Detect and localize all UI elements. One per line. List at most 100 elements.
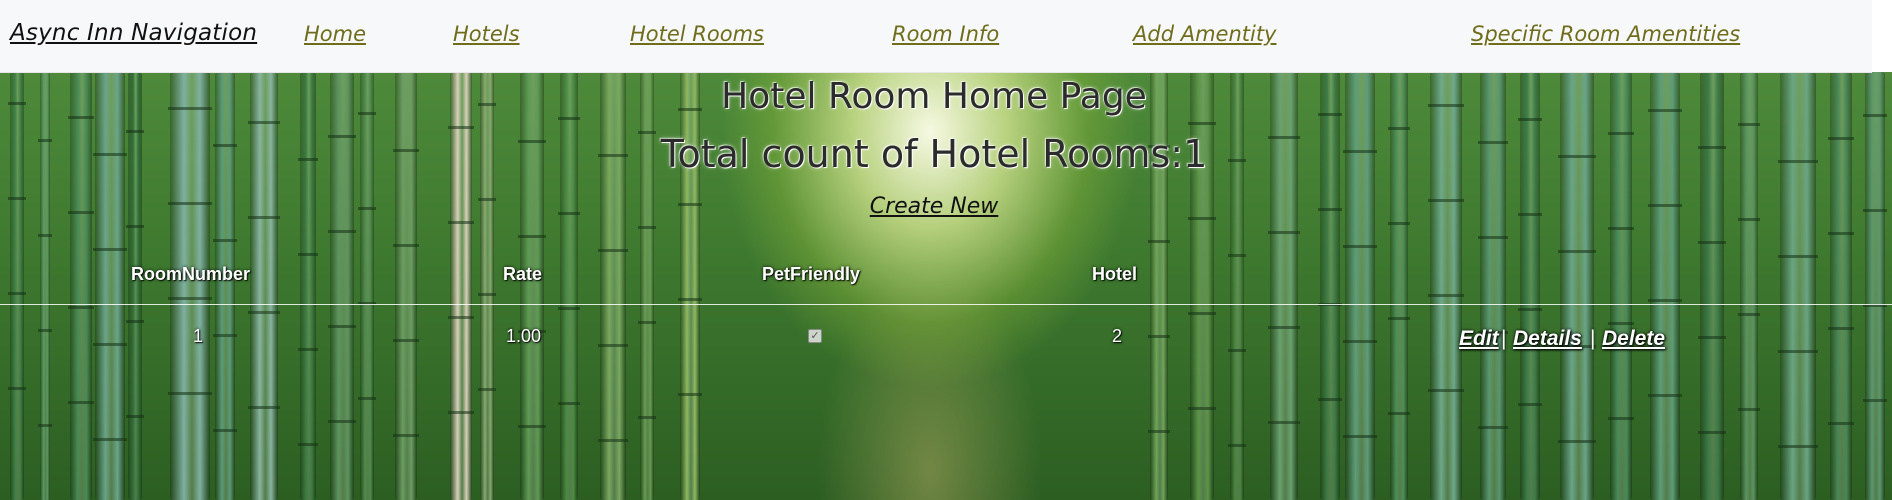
bamboo-node xyxy=(558,117,580,120)
bamboo-node xyxy=(8,387,26,390)
bamboo-node xyxy=(248,406,280,409)
bamboo-node xyxy=(1558,440,1596,443)
bamboo-node xyxy=(168,392,212,395)
nav-link-hotel-rooms[interactable]: Hotel Rooms xyxy=(630,22,764,46)
bamboo-node xyxy=(1228,349,1246,352)
bamboo-node xyxy=(638,416,656,419)
bamboo-node xyxy=(393,434,419,437)
bamboo-node xyxy=(213,239,237,242)
cell-hotel: 2 xyxy=(1112,326,1123,346)
nav-link-hotels[interactable]: Hotels xyxy=(453,22,520,46)
bamboo-node xyxy=(1828,422,1854,425)
bamboo-node xyxy=(1828,232,1854,235)
bamboo-node xyxy=(448,126,474,129)
bamboo-node xyxy=(1428,294,1464,297)
bamboo-node xyxy=(1518,308,1542,311)
bamboo-node xyxy=(1428,389,1464,392)
create-new-link-container: Create New xyxy=(0,194,1868,219)
bamboo-node xyxy=(1698,431,1726,434)
nav-link-room-info[interactable]: Room Info xyxy=(892,22,999,46)
bamboo-node xyxy=(213,429,237,432)
bamboo-node xyxy=(1698,241,1726,244)
bamboo-node xyxy=(678,298,702,301)
table-row-divider xyxy=(0,304,1892,305)
bamboo-node xyxy=(558,307,580,310)
bamboo-node xyxy=(638,321,656,324)
bamboo-node xyxy=(518,425,546,428)
bamboo-node xyxy=(1738,123,1760,126)
bamboo-node xyxy=(1388,222,1410,225)
action-separator: | xyxy=(1590,327,1596,350)
bamboo-node xyxy=(1778,255,1818,258)
bamboo-node xyxy=(1228,444,1246,447)
bamboo-node xyxy=(598,344,628,347)
bamboo-node xyxy=(448,411,474,414)
column-header-hotel: Hotel xyxy=(1092,264,1137,284)
bamboo-node xyxy=(93,248,127,251)
bamboo-node xyxy=(1518,403,1542,406)
bamboo-node xyxy=(298,253,318,256)
bamboo-node xyxy=(1738,313,1760,316)
bamboo-node xyxy=(93,343,127,346)
bamboo-node xyxy=(1318,398,1342,401)
bamboo-node xyxy=(478,293,496,296)
bamboo-node xyxy=(678,393,702,396)
details-link[interactable]: Details xyxy=(1513,327,1582,351)
delete-link[interactable]: Delete xyxy=(1602,327,1665,351)
bamboo-node xyxy=(298,348,318,351)
bamboo-node xyxy=(1268,231,1300,234)
create-new-link[interactable]: Create New xyxy=(870,194,999,219)
column-header-room-number: RoomNumber xyxy=(131,264,251,284)
brand-link[interactable]: Async Inn Navigation xyxy=(10,20,257,46)
bamboo-node xyxy=(1698,336,1726,339)
bamboo-node xyxy=(1343,340,1377,343)
bamboo-node xyxy=(93,438,127,441)
bamboo-node xyxy=(1478,236,1508,239)
bamboo-node xyxy=(598,439,628,442)
bamboo-node xyxy=(1388,317,1410,320)
bamboo-node xyxy=(126,225,144,228)
bamboo-node xyxy=(38,329,52,332)
bamboo-node xyxy=(1228,254,1246,257)
window-edge xyxy=(1872,0,1892,72)
nav-link-specific-room-amentities[interactable]: Specific Room Amentities xyxy=(1471,22,1740,46)
bamboo-node xyxy=(448,221,474,224)
bamboo-node xyxy=(393,244,419,247)
bamboo-node xyxy=(1388,412,1410,415)
bamboo-node xyxy=(68,306,94,309)
bamboo-node xyxy=(1478,426,1508,429)
column-header-pet-friendly: PetFriendly xyxy=(762,264,861,284)
bamboo-node xyxy=(448,316,474,319)
page-title: Hotel Room Home Page xyxy=(721,76,1147,117)
bamboo-node xyxy=(1388,127,1410,130)
bamboo-node xyxy=(126,320,144,323)
bamboo-node xyxy=(213,334,237,337)
bamboo-node xyxy=(638,226,656,229)
bamboo-node xyxy=(1778,350,1818,353)
cell-rate: 1.00 xyxy=(506,326,542,346)
bamboo-node xyxy=(1648,394,1682,397)
bamboo-node xyxy=(1148,335,1170,338)
bamboo-node xyxy=(248,121,280,124)
bamboo-node xyxy=(1608,417,1634,420)
bamboo-node xyxy=(1188,312,1216,315)
bamboo-stalk xyxy=(1863,72,1887,500)
bamboo-node xyxy=(1188,407,1216,410)
nav-link-home[interactable]: Home xyxy=(304,22,366,46)
bamboo-node xyxy=(1558,250,1596,253)
column-header-rate: Rate xyxy=(503,264,543,284)
bamboo-node xyxy=(38,424,52,427)
bamboo-node xyxy=(298,443,318,446)
bamboo-node xyxy=(1343,435,1377,438)
nav-link-add-amentity[interactable]: Add Amentity xyxy=(1133,22,1276,46)
bamboo-node xyxy=(518,235,546,238)
bamboo-node xyxy=(1608,227,1634,230)
room-count-heading: Total count of Hotel Rooms:1 xyxy=(660,132,1208,176)
bamboo-node xyxy=(1608,322,1634,325)
top-navbar: Async Inn Navigation Home Hotels Hotel R… xyxy=(0,0,1872,73)
bamboo-node xyxy=(1148,430,1170,433)
bamboo-node xyxy=(1518,118,1542,121)
bamboo-node xyxy=(1148,240,1170,243)
bamboo-node xyxy=(1343,245,1377,248)
edit-link[interactable]: Edit xyxy=(1459,327,1499,351)
